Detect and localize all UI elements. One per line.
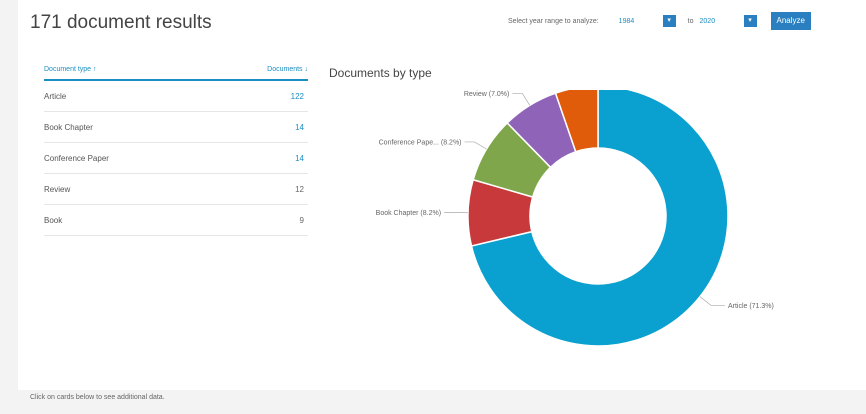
slice-label: Book Chapter (8.2%) [376, 210, 441, 217]
row-type: Conference Paper [44, 153, 109, 163]
to-year-dropdown-icon[interactable]: ▾ [743, 15, 757, 27]
row-count[interactable]: 122 [291, 92, 308, 101]
slice-label: Conference Pape... (8.2%) [379, 139, 462, 146]
footer-note: Click on cards below to see additional d… [30, 394, 165, 401]
slice-label: Article (71.3%) [728, 303, 774, 310]
slice-leader-line [464, 141, 487, 150]
documents-by-type-donut-chart: Article (71.3%) Book Chapter (8.2%) Confer… [376, 90, 774, 347]
to-year-select[interactable]: 2020 [700, 18, 744, 25]
page-title: 171 document results [30, 12, 212, 33]
from-year-select[interactable]: 1984 [619, 18, 663, 25]
row-type: Book [44, 215, 63, 225]
slice-leader-line [699, 296, 725, 306]
slice-label: Review (7.0%) [464, 91, 510, 98]
row-count[interactable]: 14 [295, 123, 308, 132]
table-row[interactable]: Review 12 [44, 174, 308, 205]
row-count[interactable]: 9 [300, 216, 308, 225]
table-row[interactable]: Conference Paper 14 [44, 143, 308, 174]
col-document-type-header[interactable]: Document type ↑ [44, 66, 97, 73]
document-type-table: Document type ↑ Documents ↓ Article 122 … [44, 60, 308, 236]
slice-leader-line [512, 93, 531, 106]
year-range-bar: Select year range to analyze: 1984 ▾ to … [508, 12, 811, 30]
year-range-label: Select year range to analyze: [508, 17, 599, 25]
row-type: Article [44, 91, 67, 101]
table-row[interactable]: Book Chapter 14 [44, 112, 308, 143]
from-year-dropdown-icon[interactable]: ▾ [662, 15, 676, 27]
chart-title: Documents by type [329, 66, 432, 80]
col-documents-header[interactable]: Documents ↓ [267, 66, 308, 73]
row-type: Review [44, 184, 71, 194]
analyze-button[interactable]: Analyze [770, 12, 811, 30]
table-header: Document type ↑ Documents ↓ [44, 60, 308, 81]
row-count[interactable]: 14 [295, 154, 308, 163]
table-row[interactable]: Book 9 [44, 205, 308, 236]
to-label: to [687, 17, 694, 25]
row-count[interactable]: 12 [295, 185, 308, 194]
table-row[interactable]: Article 122 [44, 81, 308, 112]
row-type: Book Chapter [44, 122, 93, 132]
